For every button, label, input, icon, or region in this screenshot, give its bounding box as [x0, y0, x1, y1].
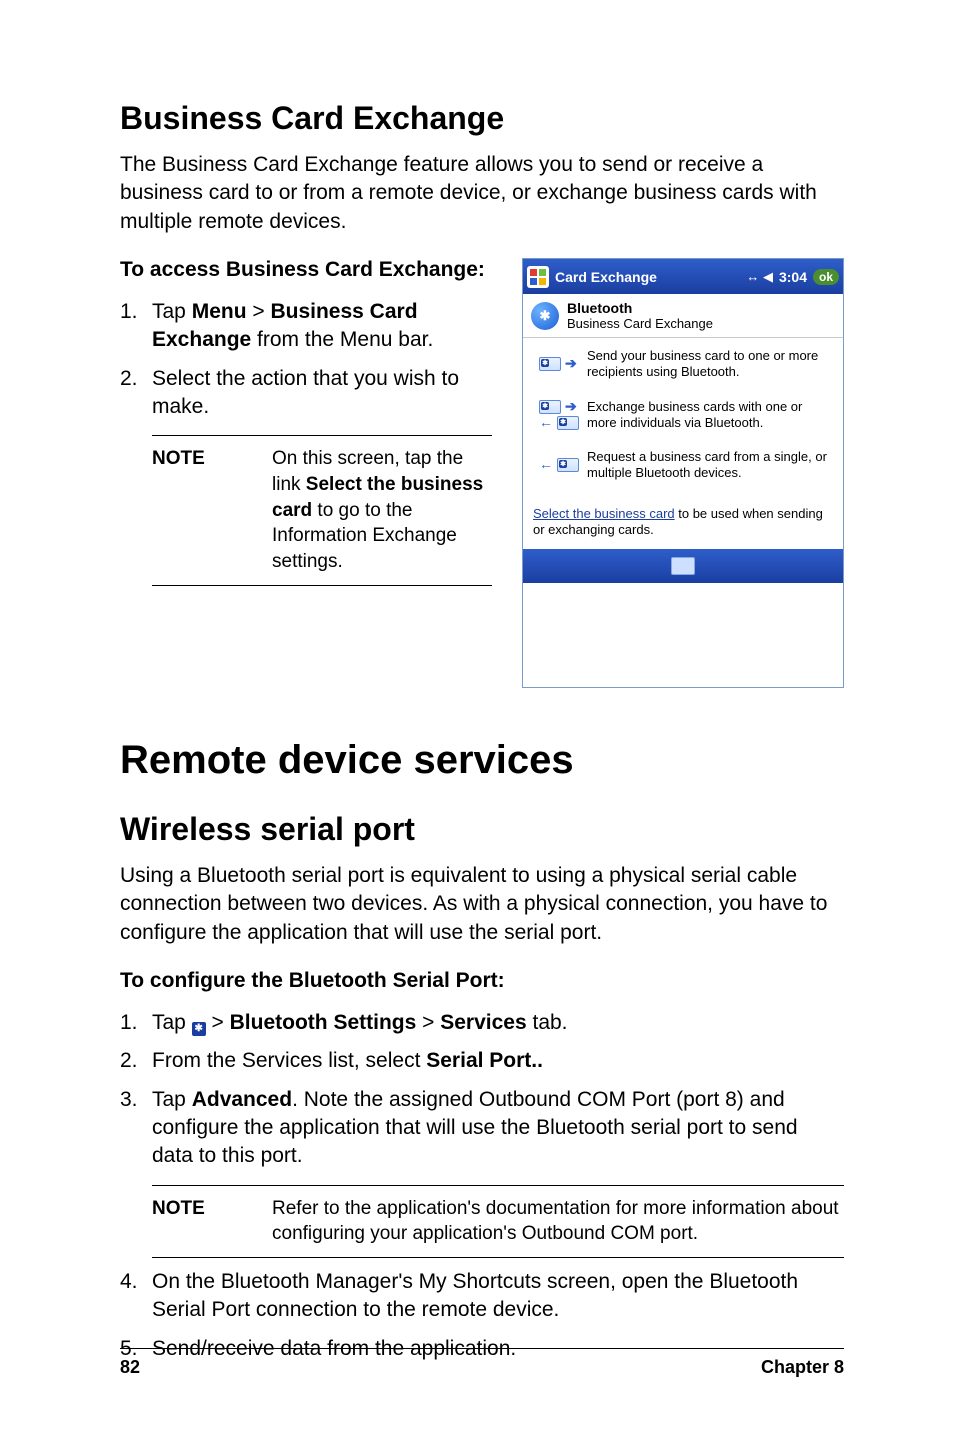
heading-business-card-exchange: Business Card Exchange — [120, 100, 844, 137]
note-text: On this screen, tap the link Select the … — [272, 446, 492, 574]
menu-label: Advanced — [192, 1088, 292, 1111]
heading-wsp-configure: To configure the Bluetooth Serial Port: — [120, 969, 844, 993]
note-label: NOTE — [152, 1196, 272, 1247]
step-number: 2. — [120, 1047, 152, 1075]
screenshot-card-exchange: Card Exchange ↔ ◀ 3:04 ok ✱ Bluetooth Bu… — [522, 258, 844, 688]
note-text: Refer to the application's documentation… — [272, 1196, 844, 1247]
bottom-bar — [523, 549, 843, 583]
menu-label: Bluetooth Settings — [230, 1011, 417, 1034]
text-fragment: > — [247, 300, 271, 323]
text-fragment: > — [416, 1011, 440, 1034]
list-item: 2. Select the action that you wish to ma… — [120, 365, 502, 422]
ok-button[interactable]: ok — [813, 269, 839, 285]
request-card-icon: ← ✱ — [533, 450, 587, 480]
list-item: 3. Tap Advanced. Note the assigned Outbo… — [120, 1086, 844, 1171]
window-title: Card Exchange — [555, 269, 740, 285]
item-request[interactable]: ← ✱ Request a business card from a singl… — [533, 449, 833, 482]
step-text: From the Services list, select Serial Po… — [152, 1047, 543, 1075]
item-text: Request a business card from a single, o… — [587, 449, 833, 482]
paragraph-bce-intro: The Business Card Exchange feature allow… — [120, 151, 844, 236]
bce-steps-list: 1. Tap Menu > Business Card Exchange fro… — [120, 298, 502, 421]
keyboard-icon[interactable] — [671, 557, 695, 575]
bce-row: To access Business Card Exchange: 1. Tap… — [120, 258, 844, 688]
window-titlebar: Card Exchange ↔ ◀ 3:04 ok — [523, 259, 843, 294]
item-text: Exchange business cards with one or more… — [587, 399, 833, 432]
exchange-card-icon: ✱ ➔ ← ✱ — [533, 400, 587, 430]
text-fragment: tab. — [527, 1011, 568, 1034]
note-label: NOTE — [152, 446, 272, 574]
step-text: On the Bluetooth Manager's My Shortcuts … — [152, 1268, 844, 1325]
item-text: Send your business card to one or more r… — [587, 348, 833, 381]
header-text: Bluetooth Business Card Exchange — [567, 300, 713, 331]
note-box: NOTE Refer to the application's document… — [152, 1185, 844, 1258]
text-fragment: Tap — [152, 300, 192, 323]
list-item: 2. From the Services list, select Serial… — [120, 1047, 844, 1075]
step-number: 3. — [120, 1086, 152, 1171]
text-fragment: Tap — [152, 1088, 192, 1111]
menu-label: Menu — [192, 300, 247, 323]
header-subtitle: Business Card Exchange — [567, 316, 713, 331]
step-number: 4. — [120, 1268, 152, 1325]
heading-wireless-serial-port: Wireless serial port — [120, 811, 844, 848]
signal-icon: ↔ ◀ — [746, 269, 773, 285]
step-number: 2. — [120, 365, 152, 422]
select-business-card-link[interactable]: Select the business card — [533, 506, 675, 521]
menu-label: Services — [440, 1011, 526, 1034]
step-text: Tap ✱ > Bluetooth Settings > Services ta… — [152, 1009, 568, 1037]
page-number: 82 — [120, 1357, 140, 1378]
page-footer: 82 Chapter 8 — [120, 1348, 844, 1378]
step-number: 1. — [120, 298, 152, 355]
text-fragment: > — [206, 1011, 230, 1034]
action-items: ✱ ➔ Send your business card to one or mo… — [523, 338, 843, 482]
link-row: Select the business card to be used when… — [523, 500, 843, 550]
item-exchange[interactable]: ✱ ➔ ← ✱ Exchange business cards with one… — [533, 399, 833, 432]
list-item: 1. Tap ✱ > Bluetooth Settings > Services… — [120, 1009, 844, 1037]
text-fragment: Tap — [152, 1011, 192, 1034]
list-item: 1. Tap Menu > Business Card Exchange fro… — [120, 298, 502, 355]
header-title: Bluetooth — [567, 300, 713, 316]
menu-label: Serial Port.. — [426, 1049, 543, 1072]
heading-remote-device-services: Remote device services — [120, 738, 844, 783]
clock-time: 3:04 — [779, 269, 807, 285]
document-page: Business Card Exchange The Business Card… — [0, 0, 954, 1438]
list-item: 4. On the Bluetooth Manager's My Shortcu… — [120, 1268, 844, 1325]
text-fragment: from the Menu bar. — [251, 328, 433, 351]
chapter-label: Chapter 8 — [761, 1357, 844, 1378]
send-card-icon: ✱ ➔ — [533, 349, 587, 379]
paragraph-wsp-intro: Using a Bluetooth serial port is equival… — [120, 862, 844, 947]
text-fragment: From the Services list, select — [152, 1049, 426, 1072]
wsp-steps-list: 1. Tap ✱ > Bluetooth Settings > Services… — [120, 1009, 844, 1171]
bce-left-column: To access Business Card Exchange: 1. Tap… — [120, 258, 522, 688]
bluetooth-inline-icon: ✱ — [192, 1022, 206, 1036]
start-flag-icon[interactable] — [527, 266, 549, 288]
step-text: Tap Menu > Business Card Exchange from t… — [152, 298, 502, 355]
heading-bce-access: To access Business Card Exchange: — [120, 258, 502, 282]
step-text: Tap Advanced. Note the assigned Outbound… — [152, 1086, 844, 1171]
note-box: NOTE On this screen, tap the link Select… — [152, 435, 492, 585]
item-send[interactable]: ✱ ➔ Send your business card to one or mo… — [533, 348, 833, 381]
bluetooth-icon: ✱ — [531, 302, 559, 330]
step-number: 1. — [120, 1009, 152, 1037]
screen-header: ✱ Bluetooth Business Card Exchange — [523, 294, 843, 338]
step-text: Select the action that you wish to make. — [152, 365, 502, 422]
